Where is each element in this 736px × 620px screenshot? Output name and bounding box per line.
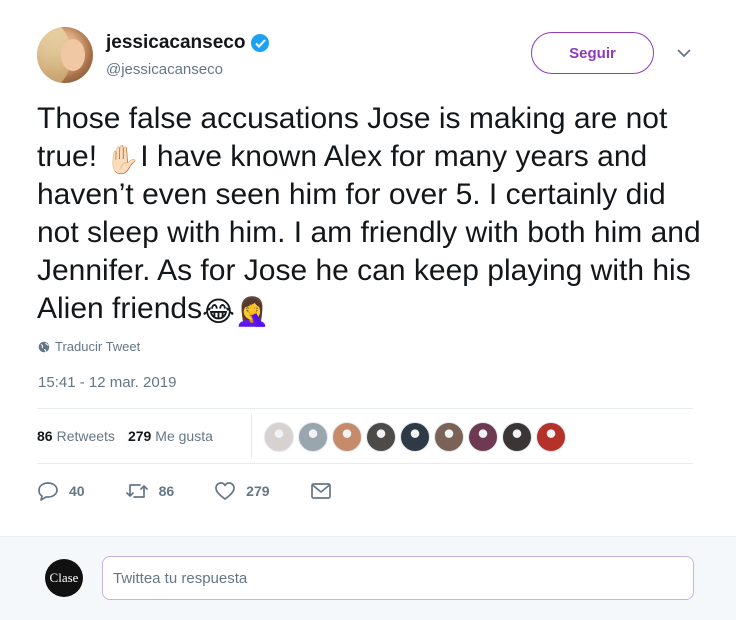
likes-stat[interactable]: 279 Me gusta	[128, 428, 213, 444]
avatar-face	[61, 39, 85, 71]
retweets-count: 86	[37, 428, 53, 444]
liker-avatar[interactable]	[298, 422, 328, 452]
facepalm-emoji-icon: 🤦‍♀️	[234, 296, 270, 327]
liker-avatar[interactable]	[264, 422, 294, 452]
heart-icon	[215, 482, 236, 500]
user-avatar[interactable]	[37, 27, 93, 83]
raised-hand-icon: ✋🏻	[105, 144, 141, 175]
user-handle[interactable]: @jessicacanseco	[106, 61, 223, 78]
globe-icon	[38, 341, 50, 352]
envelope-icon	[310, 483, 331, 499]
retweet-count: 86	[158, 483, 175, 499]
liker-avatar[interactable]	[536, 422, 566, 452]
reply-count: 40	[69, 483, 85, 499]
reply-input[interactable]	[102, 556, 694, 600]
liker-avatar[interactable]	[332, 422, 362, 452]
follow-button[interactable]: Seguir	[531, 32, 654, 74]
translate-label: Traducir Tweet	[55, 339, 141, 354]
tears-of-joy-emoji-icon: 😂	[202, 296, 235, 327]
tweet-card: jessicacanseco @jessicacanseco Seguir Th…	[0, 0, 736, 536]
divider	[37, 408, 693, 409]
liker-avatar[interactable]	[366, 422, 396, 452]
chevron-down-icon[interactable]	[674, 45, 694, 61]
like-count: 279	[246, 483, 270, 499]
likes-count: 279	[127, 428, 152, 444]
likers-avatar-list	[264, 422, 566, 452]
likes-label: Me gusta	[155, 428, 213, 444]
tweet-timestamp[interactable]: 15:41 - 12 mar. 2019	[38, 374, 176, 391]
tweet-stats: 86 Retweets 279 Me gusta	[37, 421, 226, 451]
liker-avatar[interactable]	[468, 422, 498, 452]
reply-button[interactable]: 40	[37, 481, 85, 501]
reply-composer: Clase	[0, 536, 736, 620]
stats-separator	[251, 413, 252, 459]
retweet-button[interactable]: 86	[125, 482, 175, 500]
liker-avatar[interactable]	[502, 422, 532, 452]
liker-avatar[interactable]	[434, 422, 464, 452]
translate-tweet-link[interactable]: Traducir Tweet	[38, 339, 140, 354]
reply-icon	[38, 482, 58, 501]
liker-avatar[interactable]	[400, 422, 430, 452]
verified-badge-icon	[251, 34, 270, 52]
direct-message-button[interactable]	[310, 482, 332, 500]
like-button[interactable]: 279	[214, 481, 270, 501]
retweets-label: Retweets	[56, 428, 115, 444]
divider	[37, 463, 693, 464]
current-user-avatar[interactable]: Clase	[45, 559, 83, 597]
user-name-row: jessicacanseco	[106, 31, 270, 55]
tweet-actions: 40 86 279	[37, 479, 372, 503]
tweet-text: Those false accusations Jose is making a…	[37, 100, 707, 328]
display-name[interactable]: jessicacanseco	[106, 32, 245, 54]
retweets-stat[interactable]: 86 Retweets	[37, 428, 115, 444]
retweet-icon	[125, 484, 148, 498]
